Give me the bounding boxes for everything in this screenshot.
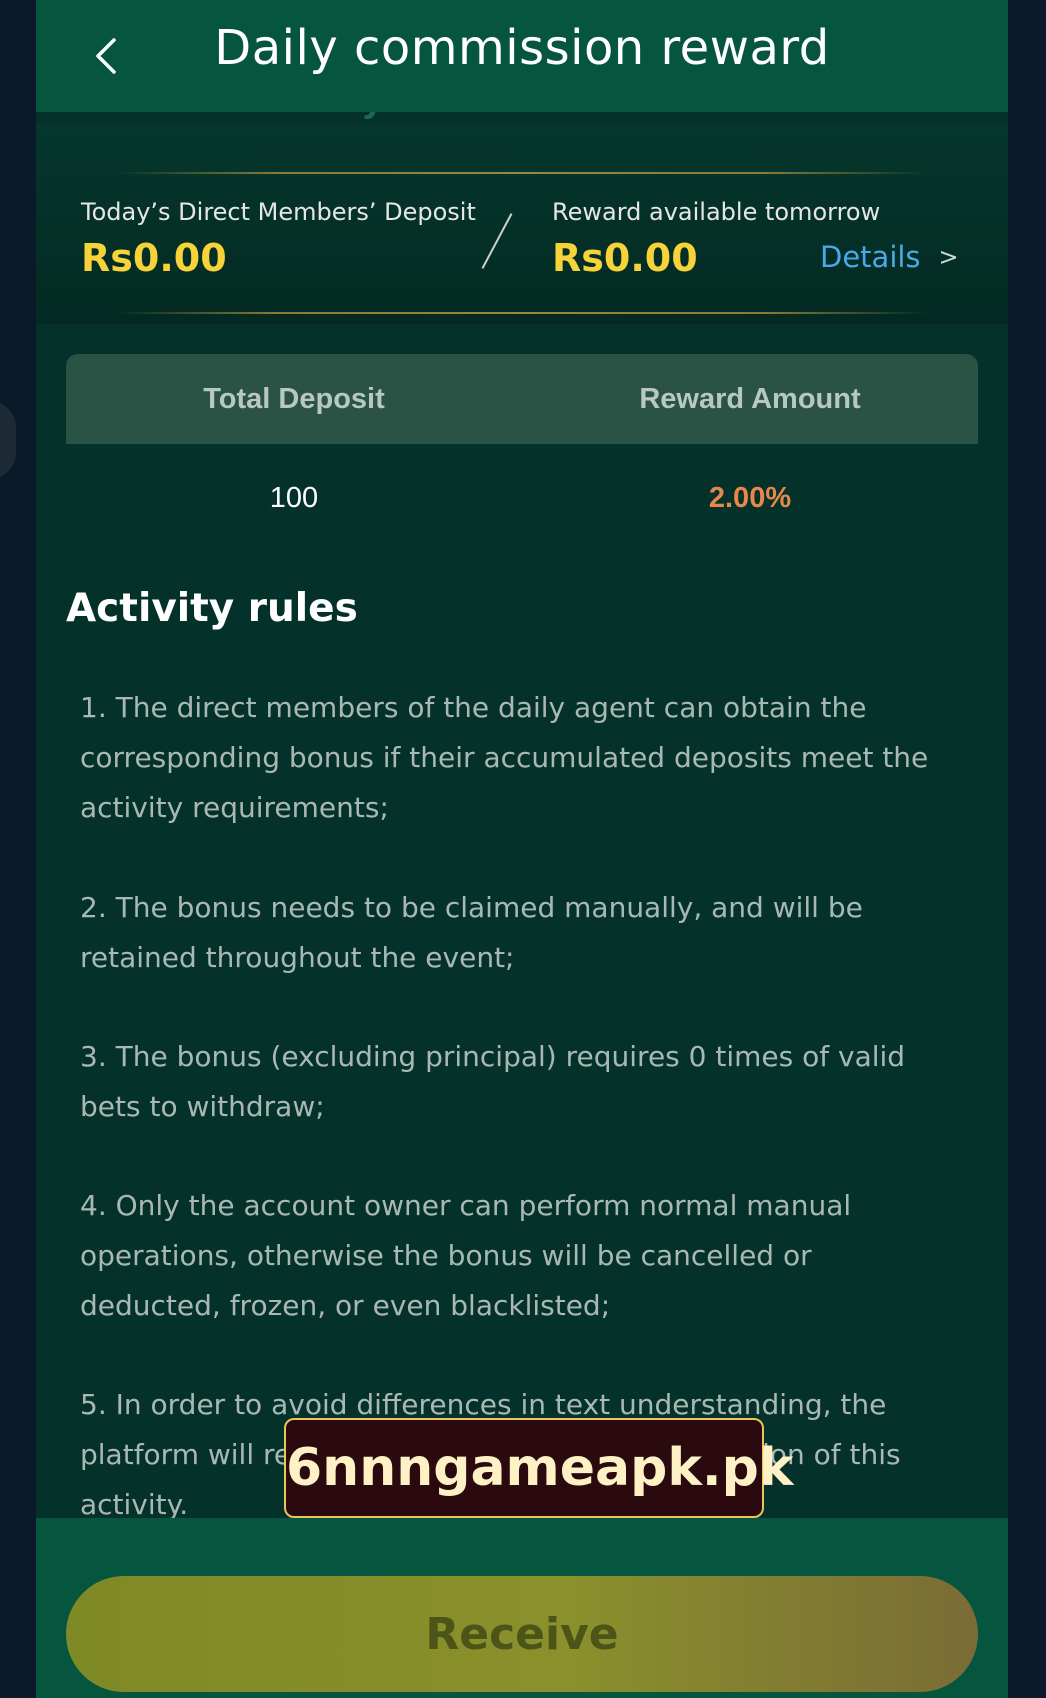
phone-screen: Daily commission reward = Daily commissi…: [36, 0, 1008, 1698]
receive-button[interactable]: Receive: [66, 1576, 978, 1692]
deposit-label: Today’s Direct Members’ Deposit: [81, 198, 476, 226]
rule-item-2: 2. The bonus needs to be claimed manuall…: [80, 891, 863, 974]
chevron-right-icon: >: [938, 243, 959, 271]
rules-title: Activity rules: [66, 586, 358, 631]
table-row: 100 2.00%: [66, 470, 978, 526]
page-title: Daily commission reward: [214, 20, 830, 76]
divider-bottom: [116, 312, 928, 314]
details-link[interactable]: Details >: [820, 240, 959, 274]
divider-top: [116, 172, 928, 174]
reward-value: Rs0.00: [552, 236, 698, 280]
side-handle: [0, 400, 16, 480]
cell-total-deposit: 100: [269, 481, 319, 514]
deposit-value: Rs0.00: [81, 236, 227, 280]
watermark-overlay: 6nnngameapk.pk: [284, 1418, 793, 1518]
rule-item-3: 3. The bonus (excluding principal) requi…: [80, 1040, 906, 1123]
commission-summary: Today’s Direct Members’ Deposit Rs0.00 R…: [36, 124, 1008, 324]
rule-item-4: 4. Only the account owner can perform no…: [80, 1189, 852, 1322]
divider-slash: [481, 213, 513, 269]
receive-button-label: Receive: [425, 1608, 619, 1660]
column-header-total-deposit: Total Deposit: [203, 382, 385, 415]
column-header-reward-amount: Reward Amount: [639, 382, 861, 415]
reward-label: Reward available tomorrow: [552, 198, 881, 226]
rule-item-1: 1. The direct members of the daily agent…: [80, 691, 929, 824]
reward-table-header: Total Deposit Reward Amount: [66, 354, 978, 444]
top-bar: Daily commission reward: [36, 0, 1008, 112]
banner-title-text: = Daily commission reward =: [36, 112, 1008, 121]
cell-reward-amount: 2.00%: [708, 481, 792, 514]
footer-bar: Receive: [36, 1518, 1008, 1698]
details-label: Details: [820, 240, 921, 274]
banner-title-peek: = Daily commission reward =: [36, 112, 1008, 124]
